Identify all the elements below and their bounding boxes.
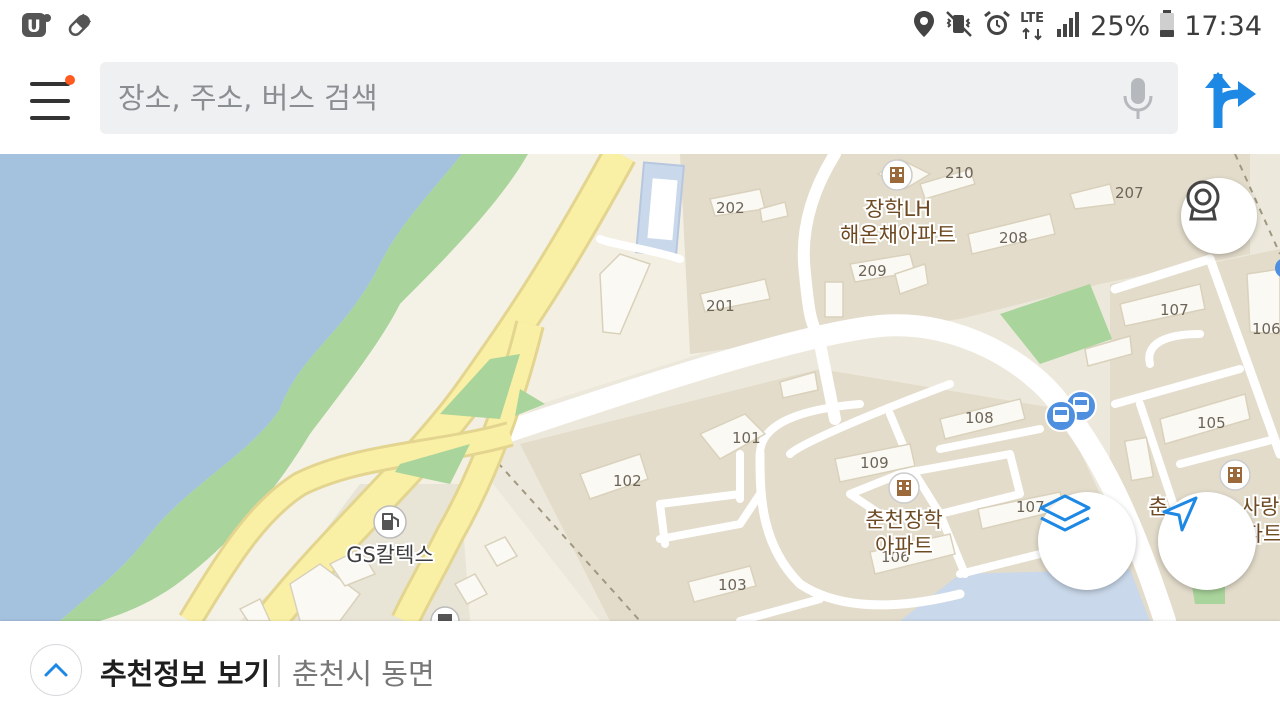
status-bar: U LTE 25% 17:34: [0, 0, 1280, 52]
expand-panel-button[interactable]: [30, 644, 82, 696]
building-number-label: 107: [1160, 301, 1189, 319]
building-number-label: 210: [945, 164, 974, 182]
location-icon: [912, 9, 936, 43]
map-view[interactable]: 210 207 202 208 209 201 107 106 108 105 …: [0, 154, 1280, 621]
bus-stop-icon: [1045, 400, 1077, 432]
place-label: 춘천장학: [865, 508, 942, 532]
battery-percent: 25%: [1090, 10, 1151, 42]
battery-icon: [1158, 9, 1176, 43]
building-number-label: 208: [999, 229, 1028, 247]
building-number-label: 106: [1252, 320, 1280, 338]
recommendation-title[interactable]: 추천정보 보기: [100, 651, 270, 693]
divider: [278, 655, 280, 687]
current-area-label: 춘천시 동면: [292, 657, 435, 691]
directions-button[interactable]: [1200, 68, 1262, 130]
gas-station-icon: [373, 505, 407, 539]
building-number-label: 102: [613, 472, 642, 490]
layers-icon: [1039, 494, 1091, 532]
place-label: GS칼텍스: [346, 543, 434, 567]
map-layers-button[interactable]: [1038, 492, 1136, 590]
microphone-icon: [1123, 78, 1153, 119]
svg-text:U: U: [27, 17, 41, 37]
place-label: 아파트: [875, 534, 933, 558]
cctv-camera-icon: [1186, 180, 1220, 221]
chevron-up-icon: [44, 662, 68, 677]
voice-search-button[interactable]: [1118, 76, 1158, 122]
apartment-poi-icon: [1219, 459, 1251, 491]
clock: 17:34: [1184, 10, 1262, 42]
app-notification-icon: U: [20, 10, 52, 44]
apartment-poi-icon: [888, 472, 920, 504]
lte-icon: LTE: [1020, 11, 1048, 41]
menu-button[interactable]: [22, 72, 82, 132]
place-label: 장학LH: [865, 197, 931, 221]
pill-icon: [64, 10, 94, 44]
building-number-label: 109: [860, 454, 889, 472]
building-number-label: 105: [1197, 414, 1226, 432]
signal-icon: [1056, 9, 1082, 43]
apartment-poi-icon: [881, 159, 913, 191]
vibrate-mute-icon: [944, 9, 974, 43]
building-number-label: 201: [706, 297, 735, 315]
search-box[interactable]: [100, 62, 1178, 134]
notification-dot: [65, 75, 75, 85]
building-number-label: 108: [965, 409, 994, 427]
directions-arrow-icon: [1205, 72, 1256, 128]
building-number-label: 209: [858, 262, 887, 280]
building-number-label: 103: [718, 576, 747, 594]
search-input[interactable]: [118, 62, 1098, 134]
alarm-icon: [982, 9, 1012, 43]
building-number-label: 202: [716, 199, 745, 217]
navigation-arrow-icon: [1162, 496, 1198, 532]
search-header: [0, 52, 1280, 154]
building-number-label: 101: [732, 429, 761, 447]
place-label: 해온채아파트: [840, 223, 956, 247]
building-number-label: 207: [1115, 184, 1144, 202]
current-location-button[interactable]: [1158, 492, 1256, 590]
cctv-button[interactable]: [1181, 178, 1257, 254]
recommendation-panel[interactable]: 추천정보 보기 춘천시 동면: [0, 621, 1280, 720]
hamburger-menu-icon: [30, 75, 75, 120]
